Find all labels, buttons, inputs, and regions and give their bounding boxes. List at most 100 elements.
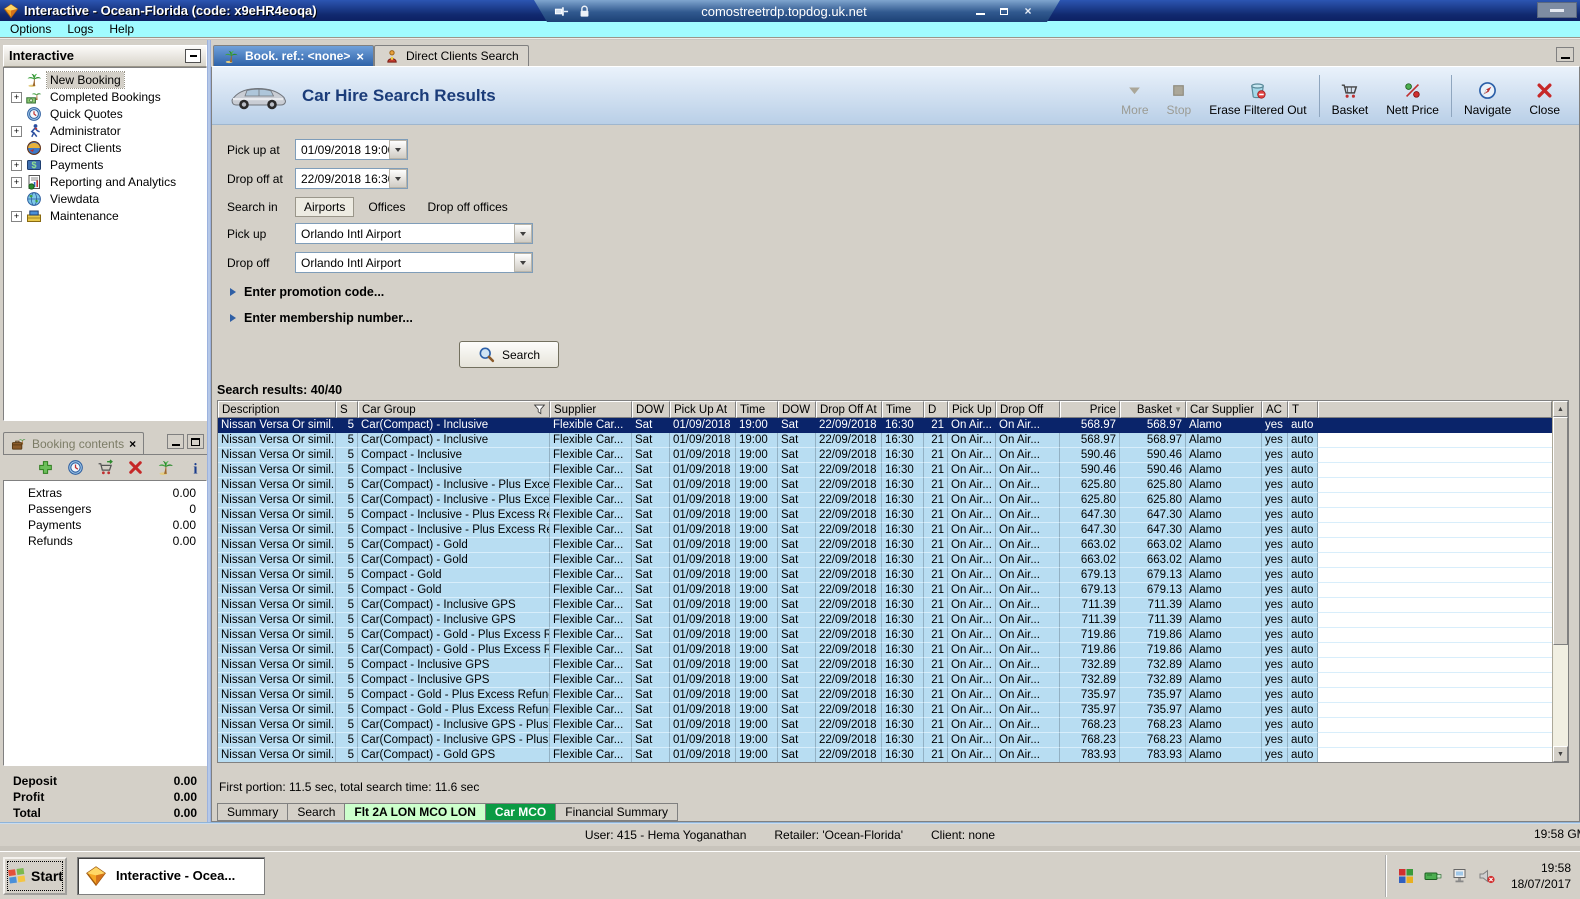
sidebar-item-maintenance[interactable]: + Maintenance	[4, 208, 206, 225]
pin-icon[interactable]	[554, 4, 569, 19]
sidebar-item-direct-clients[interactable]: Direct Clients	[4, 140, 206, 157]
tab-close-icon[interactable]: ×	[356, 50, 364, 63]
plus-icon[interactable]	[37, 459, 54, 476]
search-in-tab-offices[interactable]: Offices	[360, 198, 413, 216]
sidebar-item-payments[interactable]: + $ Payments	[4, 157, 206, 174]
table-row[interactable]: Nissan Versa Or simil... 5 Car(Compact) - …	[218, 598, 1552, 614]
dropoff-location-select[interactable]: Orlando Intl Airport	[295, 252, 533, 274]
nett-price-button[interactable]: Nett Price	[1377, 73, 1448, 119]
taskbar-clock[interactable]: 19:58 18/07/2017	[1505, 860, 1571, 892]
pickup-location-select[interactable]: Orlando Intl Airport	[295, 223, 533, 245]
table-row[interactable]: Nissan Versa Or simil... 5 Compact - Inclu…	[218, 448, 1552, 464]
bottom-tab-car-mco[interactable]: Car MCO	[484, 803, 556, 821]
search-in-tab-airports[interactable]: Airports	[295, 197, 355, 218]
column-header-time[interactable]: Time	[736, 401, 778, 419]
table-row[interactable]: Nissan Versa Or simil... 5 Car(Compact) - …	[218, 538, 1552, 554]
sidebar-item-reporting-and-analytics[interactable]: + Reporting and Analytics	[4, 174, 206, 191]
column-header-dow[interactable]: DOW	[778, 401, 816, 419]
pane-minimize-button[interactable]	[1556, 47, 1574, 62]
search-button[interactable]: Search	[459, 341, 559, 369]
clock-globe-icon[interactable]	[67, 459, 84, 476]
expand-plus-icon[interactable]: +	[11, 159, 22, 171]
dropoff-at-input[interactable]: 22/09/2018 16:30	[295, 168, 408, 190]
table-row[interactable]: Nissan Versa Or simil... 5 Car(Compact) - …	[218, 478, 1552, 494]
scroll-up-icon[interactable]: ▲	[1553, 401, 1568, 418]
search-in-tab-drop-off-offices[interactable]: Drop off offices	[419, 198, 515, 216]
table-row[interactable]: Nissan Versa Or simil... 5 Car(Compact) - …	[218, 433, 1552, 449]
panel-maximize-button[interactable]	[187, 434, 204, 449]
table-scrollbar[interactable]: ▲ ▼	[1552, 401, 1568, 763]
table-row[interactable]: Nissan Versa Or simil... 5 Compact - Inclu…	[218, 658, 1552, 674]
panel-minimize-button[interactable]	[167, 434, 184, 449]
bottom-tab-search[interactable]: Search	[287, 803, 345, 821]
table-row[interactable]: Nissan Versa Or simil... 5 Car(Compact) - …	[218, 613, 1552, 629]
table-row[interactable]: Nissan Versa Or simil... 5 Compact - Inclu…	[218, 523, 1552, 539]
table-row[interactable]: Nissan Versa Or simil... 5 Car(Compact) - …	[218, 628, 1552, 644]
table-row[interactable]: Nissan Versa Or simil... 5 Car(Compact) - …	[218, 553, 1552, 569]
column-header-s[interactable]: S	[336, 401, 358, 419]
table-row[interactable]: Nissan Versa Or simil... 5 Compact - Gold …	[218, 688, 1552, 704]
membership-number-expander[interactable]: Enter membership number...	[230, 311, 1579, 325]
promotion-code-expander[interactable]: Enter promotion code...	[230, 285, 1579, 299]
antivirus-tray-icon[interactable]	[1397, 867, 1415, 885]
sidebar-item-completed-bookings[interactable]: + Completed Bookings	[4, 89, 206, 106]
delete-x-icon[interactable]	[127, 459, 144, 476]
scroll-down-icon[interactable]: ▼	[1553, 746, 1568, 763]
menu-item-options[interactable]: Options	[4, 22, 61, 36]
network-tray-icon[interactable]	[1451, 867, 1469, 885]
table-row[interactable]: Nissan Versa Or simil... 5 Car(Compact) - …	[218, 733, 1552, 749]
dropoff-dropdown-icon[interactable]	[514, 253, 532, 273]
table-row[interactable]: Nissan Versa Or simil... 5 Compact - Gold …	[218, 703, 1552, 719]
basket-transfer-icon[interactable]	[97, 459, 114, 476]
bottom-tab-financial-summary[interactable]: Financial Summary	[555, 803, 678, 821]
column-header-supplier[interactable]: Supplier	[550, 401, 632, 419]
column-header-pick-up[interactable]: Pick Up	[948, 401, 996, 419]
menu-item-help[interactable]: Help	[103, 22, 144, 36]
network-card-tray-icon[interactable]	[1424, 867, 1442, 885]
pickup-at-dropdown-icon[interactable]	[389, 140, 407, 160]
column-header-pick-up-at[interactable]: Pick Up At	[670, 401, 736, 419]
muted-speaker-icon[interactable]	[1478, 867, 1496, 885]
menu-item-logs[interactable]: Logs	[61, 22, 103, 36]
basket-button[interactable]: Basket	[1323, 73, 1378, 119]
table-row[interactable]: Nissan Versa Or simil... 5 Compact - Gold F…	[218, 568, 1552, 584]
column-header-basket[interactable]: Basket ▼	[1120, 401, 1186, 419]
expand-plus-icon[interactable]: +	[11, 125, 22, 137]
column-header-drop-off-at[interactable]: Drop Off At	[816, 401, 882, 419]
sidebar-item-quick-quotes[interactable]: Quick Quotes	[4, 106, 206, 123]
column-header-drop-off[interactable]: Drop Off	[996, 401, 1060, 419]
rdp-restore-button[interactable]	[992, 4, 1016, 18]
column-header-ac[interactable]: AC	[1262, 401, 1288, 419]
column-header-t[interactable]: T	[1288, 401, 1318, 419]
table-row[interactable]: Nissan Versa Or simil... 5 Compact - Gold F…	[218, 583, 1552, 599]
table-row[interactable]: Nissan Versa Or simil... 5 Car(Compact) - …	[218, 493, 1552, 509]
column-header-price[interactable]: Price	[1060, 401, 1120, 419]
sidebar-collapse-button[interactable]	[185, 48, 201, 63]
expand-plus-icon[interactable]: +	[11, 176, 22, 188]
minimize-button[interactable]	[1537, 2, 1577, 18]
scrollbar-thumb[interactable]	[1553, 417, 1568, 646]
table-row[interactable]: Nissan Versa Or simil... 5 Compact - Inclu…	[218, 463, 1552, 479]
table-row[interactable]: Nissan Versa Or simil... 5 Compact - Inclu…	[218, 508, 1552, 524]
sidebar-item-new-booking[interactable]: New Booking	[4, 71, 206, 90]
sidebar-item-administrator[interactable]: + Administrator	[4, 123, 206, 140]
taskbar-task-button[interactable]: Interactive - Ocea...	[77, 856, 265, 895]
start-button[interactable]: Start	[3, 856, 67, 895]
dropoff-at-dropdown-icon[interactable]	[389, 169, 407, 189]
close-button[interactable]: Close	[1520, 73, 1569, 119]
column-header-car-supplier[interactable]: Car Supplier	[1186, 401, 1262, 419]
column-header-description[interactable]: Description	[218, 401, 336, 419]
sidebar-item-viewdata[interactable]: Viewdata	[4, 191, 206, 208]
filter-funnel-icon[interactable]	[533, 403, 546, 416]
pickup-at-input[interactable]: 01/09/2018 19:00	[295, 139, 408, 161]
expand-plus-icon[interactable]: +	[11, 91, 22, 103]
tab-book-ref-none[interactable]: Book. ref.: <none> ×	[213, 45, 374, 66]
booking-contents-tab[interactable]: Booking contents ×	[3, 432, 145, 454]
rdp-minimize-button[interactable]	[968, 4, 992, 18]
bottom-tab-flt-2a-lon-mco-lon[interactable]: Flt 2A LON MCO LON	[344, 803, 485, 821]
expand-plus-icon[interactable]: +	[11, 210, 22, 222]
table-row[interactable]: Nissan Versa Or simil... 5 Car(Compact) - …	[218, 418, 1552, 434]
navigate-button[interactable]: Navigate	[1455, 73, 1520, 119]
table-row[interactable]: Nissan Versa Or simil... 5 Car(Compact) - …	[218, 718, 1552, 734]
palm-tree-icon[interactable]	[157, 459, 174, 476]
